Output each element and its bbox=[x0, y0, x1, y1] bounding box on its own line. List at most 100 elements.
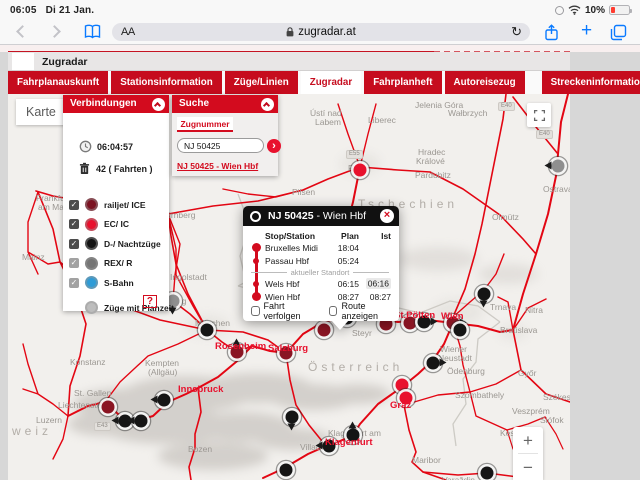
elapsed-time: 06:04:57 bbox=[97, 142, 133, 152]
city-label-olm-tz: Olmütz bbox=[492, 212, 519, 222]
direction-up-icon bbox=[349, 418, 357, 429]
stop-dot bbox=[253, 258, 259, 264]
nav-item-z-ge-linien[interactable]: Züge/Linien bbox=[225, 71, 298, 94]
filter-label: railjet/ ICE bbox=[104, 200, 146, 210]
search-result-link[interactable]: NJ 50425 - Wien Hbf bbox=[177, 161, 258, 171]
fullscreen-button[interactable] bbox=[527, 103, 551, 127]
train-dot[interactable] bbox=[286, 411, 299, 424]
stop-dot bbox=[253, 281, 259, 287]
verbindungen-title: Verbindungen bbox=[70, 98, 137, 109]
nav-item-fahrplanheft[interactable]: Fahrplanheft bbox=[364, 71, 441, 94]
checkbox-d-nachtz-ge[interactable]: ✓ bbox=[69, 239, 79, 249]
url-text: zugradar.at bbox=[298, 26, 356, 38]
zoom-out-button[interactable]: − bbox=[513, 454, 543, 480]
collapse-suche-button[interactable] bbox=[261, 98, 274, 111]
forward-icon[interactable] bbox=[48, 25, 61, 38]
filter-row-s-bahn: ✓S-Bahn bbox=[69, 276, 134, 289]
filter-label: D-/ Nachtzüge bbox=[104, 239, 161, 249]
city-label-luzern: Luzern bbox=[36, 415, 62, 425]
stop-plan-time: 18:04 bbox=[327, 243, 359, 253]
collapse-verbindungen-button[interactable] bbox=[152, 98, 165, 111]
stop-row-bruxelles-midi: Bruxelles Midi18:04 bbox=[247, 241, 393, 254]
station-label-graz: Graz bbox=[390, 400, 411, 411]
city-label-wa-brzych: Wałbrzych bbox=[448, 108, 487, 118]
orientation-lock-icon bbox=[555, 6, 564, 15]
city-label-pilsen: Pilsen bbox=[292, 187, 315, 197]
nav-item-fahrplanauskunft[interactable]: Fahrplanauskunft bbox=[8, 71, 108, 94]
direction-right-icon bbox=[440, 359, 451, 367]
checkbox-s-bahn[interactable]: ✓ bbox=[69, 278, 79, 288]
station-label-salzburg: Salzburg bbox=[268, 343, 308, 354]
refresh-icon[interactable]: ↻ bbox=[511, 23, 522, 41]
train-dot[interactable] bbox=[201, 324, 214, 337]
train-dot[interactable] bbox=[354, 164, 367, 177]
checkbox-ec-ic[interactable]: ✓ bbox=[69, 219, 79, 229]
city-label-denburg: Ödenburg bbox=[447, 366, 485, 376]
search-submit-button[interactable]: › bbox=[267, 139, 281, 153]
safari-toolbar: AA zugradar.at ↻ + bbox=[0, 20, 640, 45]
chevron-up-icon bbox=[263, 101, 270, 108]
back-icon[interactable] bbox=[16, 25, 29, 38]
city-label-bozen: Bozen bbox=[188, 444, 212, 454]
tabs-icon[interactable] bbox=[610, 24, 627, 41]
city-label-si-fok: Siófok bbox=[540, 415, 564, 425]
filter-row-railjet-ice: ✓ railjet/ ICE bbox=[69, 198, 146, 211]
nav-item-zugradar[interactable]: Zugradar bbox=[301, 71, 361, 94]
filter-label: EC/ IC bbox=[104, 219, 129, 229]
filter-row-rex-r: ✓REX/ R bbox=[69, 257, 132, 270]
train-dot[interactable] bbox=[135, 415, 148, 428]
train-dot[interactable] bbox=[481, 467, 494, 480]
fullscreen-icon bbox=[533, 109, 546, 122]
planzeit-legend-dot bbox=[85, 301, 98, 314]
address-bar[interactable]: AA zugradar.at ↻ bbox=[112, 23, 530, 41]
site-nav: FahrplanauskunftStationsinformationZüge/… bbox=[8, 71, 570, 94]
train-dot[interactable] bbox=[552, 160, 565, 173]
zugnummer-input[interactable] bbox=[177, 138, 264, 153]
direction-down-icon bbox=[480, 301, 488, 312]
train-dot[interactable] bbox=[318, 324, 331, 337]
battery-percent: 10% bbox=[585, 5, 605, 16]
share-icon[interactable] bbox=[544, 24, 559, 41]
nav-item-autoreisezug[interactable]: Autoreisezug bbox=[445, 71, 525, 94]
stop-ist-time: 06:16 bbox=[359, 279, 393, 289]
checkbox-route-anzeigen[interactable]: Route anzeigen bbox=[329, 301, 393, 321]
train-dot[interactable] bbox=[454, 324, 467, 337]
stop-name: Wels Hbf bbox=[265, 279, 327, 289]
stop-row-passau-hbf: Passau Hbf05:24 bbox=[247, 254, 393, 267]
train-dot[interactable] bbox=[396, 379, 409, 392]
stop-name: Passau Hbf bbox=[265, 256, 327, 266]
zoom-in-button[interactable]: + bbox=[513, 427, 543, 453]
trash-icon[interactable] bbox=[79, 162, 90, 175]
site-tab-title: Zugradar bbox=[42, 56, 88, 68]
site-logo-box bbox=[12, 53, 34, 70]
planzeit-label: Züge mit Planzeit bbox=[104, 303, 174, 313]
close-icon[interactable]: × bbox=[380, 209, 394, 223]
train-dot[interactable] bbox=[478, 288, 491, 301]
nav-item-streckeninformation[interactable]: Streckeninformation bbox=[542, 71, 640, 94]
city-label-mainz: Mainz bbox=[22, 252, 45, 262]
stop-name: Bruxelles Midi bbox=[265, 243, 327, 253]
legend-dot-s-bahn bbox=[85, 276, 98, 289]
nav-item-stationsinformation[interactable]: Stationsinformation bbox=[111, 71, 222, 94]
popup-title: NJ 50425 - Wien Hbf bbox=[268, 210, 366, 222]
train-dot[interactable] bbox=[427, 357, 440, 370]
bookmarks-icon[interactable] bbox=[84, 24, 101, 39]
date-text: Di 21 Jan. bbox=[46, 5, 95, 16]
help-button[interactable]: ? bbox=[143, 295, 157, 308]
new-tab-icon[interactable]: + bbox=[581, 20, 592, 42]
city-label-kr-lov: Králové bbox=[416, 156, 445, 166]
map-zoom-control: + − bbox=[513, 427, 543, 480]
train-dot[interactable] bbox=[280, 464, 293, 477]
checkbox-rex-r[interactable]: ✓ bbox=[69, 258, 79, 268]
checkbox-railjet-ice[interactable]: ✓ bbox=[69, 200, 79, 210]
tab-zugnummer[interactable]: Zugnummer bbox=[177, 117, 233, 132]
checkbox-box bbox=[251, 306, 260, 316]
reader-aa-button[interactable]: AA bbox=[121, 26, 135, 38]
stop-dot bbox=[252, 243, 261, 252]
train-dot[interactable] bbox=[102, 401, 115, 414]
train-popup: NJ 50425 - Wien Hbf × Stop/Station Plan … bbox=[243, 206, 399, 321]
train-dot[interactable] bbox=[158, 394, 171, 407]
ipad-screen: 06:05 Di 21 Jan. 10% AA bbox=[0, 0, 640, 480]
checkbox-fahrt-verfolgen[interactable]: Fahrt verfolgen bbox=[251, 301, 313, 321]
popup-table-header: Stop/Station Plan Ist bbox=[247, 230, 393, 241]
